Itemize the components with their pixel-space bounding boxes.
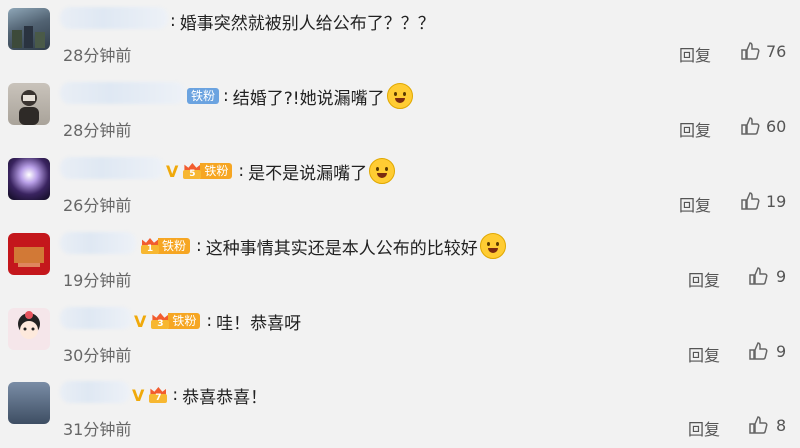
like-count: 9 [776,267,787,286]
crown-icon: 5 [182,162,202,180]
comment-text: 哇！恭喜呀 [216,313,302,334]
comment-text: 这种事情其实还是本人公布的比较好 [205,238,478,259]
fan-level-badge: 3 铁粉 [150,312,202,330]
comment-text: 是不是说漏嘴了 [248,163,368,184]
thumbs-up-icon[interactable] [740,41,760,61]
fan-level-badge: 7 [148,386,168,404]
fan-badge: 铁粉 [200,163,233,179]
like-count: 19 [766,192,787,211]
comment-time: 28分钟前 [63,121,132,140]
like-count: 76 [766,42,787,61]
comment-line: 铁粉 : 结婚了?!她说漏嘴了 [60,83,413,109]
thumbs-up-icon[interactable] [748,415,768,435]
separator-colon: : [170,11,176,31]
fan-badge: 铁粉 [187,88,220,104]
separator-colon: : [206,311,213,331]
thumbs-up-icon[interactable] [740,191,760,211]
like-count: 60 [766,117,787,136]
comment-line: 1 铁粉 : 这种事情其实还是本人公布的比较好 [60,233,506,259]
face-emoji-icon [479,233,506,259]
fan-level-badge: 1 铁粉 [140,237,192,255]
thumbs-up-icon[interactable] [740,116,760,136]
comment-line: V 7 : 恭喜恭喜！ [60,382,267,408]
fan-badge: 铁粉 [168,313,201,329]
crown-icon: 3 [150,312,170,330]
avatar[interactable] [8,308,50,350]
comment-item: V 7 : 恭喜恭喜！ 31分钟前 回复 8 [0,374,800,448]
comment-text: 结婚了?!她说漏嘴了 [232,88,385,109]
like-count: 8 [776,416,787,435]
avatar-image [14,247,44,267]
face-emoji-icon [369,158,396,184]
face-emoji-icon [386,83,413,109]
reply-button[interactable]: 回复 [679,42,711,66]
separator-colon: : [223,86,229,106]
comment-time: 26分钟前 [63,196,132,215]
comment-item: 铁粉 : 结婚了?!她说漏嘴了 28分钟前 回复 60 [0,75,800,149]
comment-time: 30分钟前 [63,346,132,365]
avatar[interactable] [8,8,50,50]
reply-button[interactable]: 回复 [688,416,720,440]
separator-colon: : [238,161,245,181]
comment-item: : 婚事突然就被别人给公布了？？？ 28分钟前 回复 76 [0,0,800,74]
reply-button[interactable]: 回复 [688,267,720,291]
reply-button[interactable]: 回复 [688,342,720,366]
like-count: 9 [776,342,787,361]
thumbs-up-icon[interactable] [748,266,768,286]
comment-item: V 3 铁粉 : 哇！恭喜呀 30分钟前 回复 9 [0,300,800,374]
fan-badge: 铁粉 [158,238,191,254]
vip-badge: V [132,385,145,405]
comment-line: : 婚事突然就被别人给公布了？？？ [60,8,435,34]
avatar[interactable] [8,233,50,275]
separator-colon: : [196,236,202,256]
avatar[interactable] [8,158,50,200]
avatar-image [19,90,39,125]
comment-time: 19分钟前 [63,271,132,290]
reply-button[interactable]: 回复 [679,192,711,216]
comment-line: V 3 铁粉 : 哇！恭喜呀 [60,308,301,334]
comment-line: V 5 铁粉 : 是不是说漏嘴了 [60,158,396,184]
avatar-image [18,311,40,339]
comment-text: 恭喜恭喜！ [182,387,268,408]
comment-time: 31分钟前 [63,420,132,439]
comment-item: 1 铁粉 : 这种事情其实还是本人公布的比较好 19分钟前 回复 9 [0,225,800,299]
crown-icon: 7 [148,386,168,404]
avatar[interactable] [8,83,50,125]
avatar-image [12,26,45,48]
comment-time: 28分钟前 [63,46,132,65]
avatar[interactable] [8,382,50,424]
crown-icon: 1 [140,237,160,255]
thumbs-up-icon[interactable] [748,341,768,361]
vip-badge: V [166,161,179,181]
fan-level-badge: 5 铁粉 [182,162,234,180]
reply-button[interactable]: 回复 [679,117,711,141]
comment-item: V 5 铁粉 : 是不是说漏嘴了 26分钟前 回复 19 [0,150,800,224]
vip-badge: V [134,311,147,331]
comment-text: 婚事突然就被别人给公布了？？？ [179,13,435,34]
separator-colon: : [172,385,179,405]
